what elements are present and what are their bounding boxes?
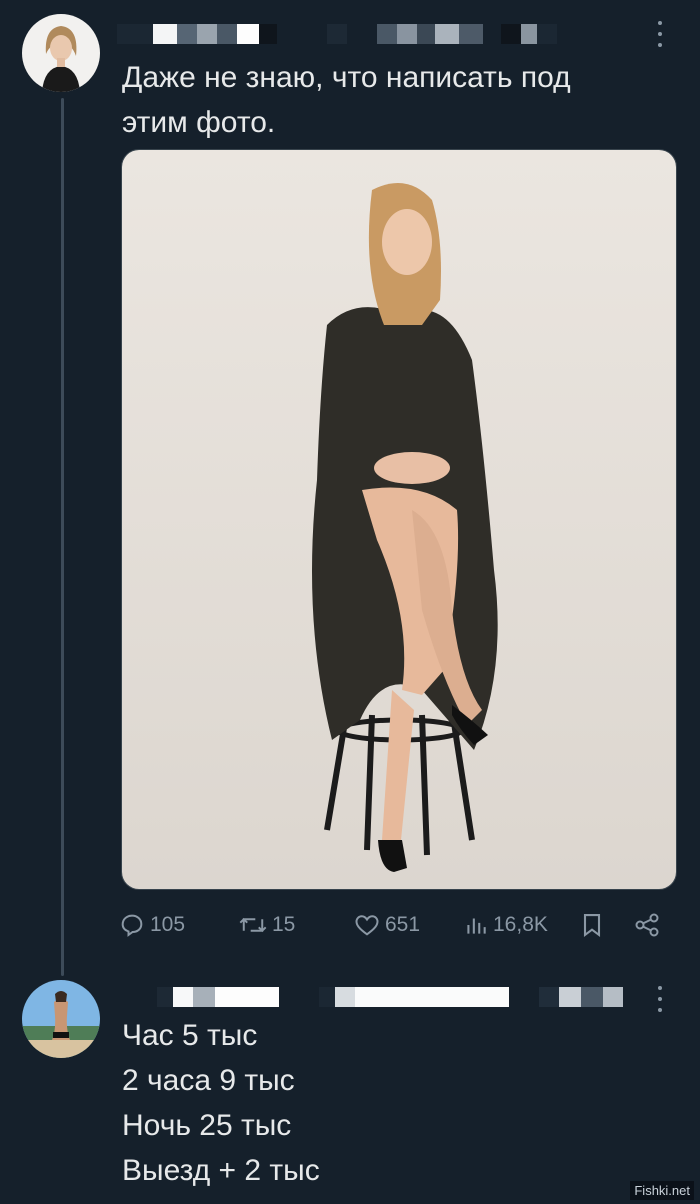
retweet-button[interactable]: 15: [238, 905, 295, 945]
views-button[interactable]: 16,8K: [463, 905, 548, 945]
share-icon: [635, 913, 659, 937]
tweet-text: Час 5 тыс 2 часа 9 тыс Ночь 25 тыс Выезд…: [122, 1013, 320, 1193]
tweet-text-line: 2 часа 9 тыс: [122, 1064, 295, 1097]
retweet-count: 15: [272, 913, 296, 936]
like-icon: [355, 915, 379, 936]
more-icon[interactable]: [655, 986, 665, 1012]
views-icon: [467, 918, 486, 934]
tweet-text-line: этим фото.: [122, 106, 276, 139]
reply-icon: [121, 914, 143, 937]
tweet-text-line: Ночь 25 тыс: [122, 1109, 292, 1142]
tweet-photo[interactable]: [121, 149, 677, 890]
tweet-text: Даже не знаю, что написать под этим фото…: [122, 55, 571, 145]
avatar[interactable]: [22, 14, 100, 92]
retweet-icon: [239, 917, 267, 933]
share-button[interactable]: [633, 905, 665, 945]
tweet-text-line: Даже не знаю, что написать под: [122, 61, 571, 94]
avatar[interactable]: [22, 980, 100, 1058]
tweet-actions: 105 15 651 16,8K: [118, 905, 668, 945]
tweet-text-line: Выезд + 2 тыс: [122, 1154, 320, 1187]
bookmark-button[interactable]: [578, 905, 610, 945]
thread-line: [61, 98, 64, 976]
author-name-blurred[interactable]: [117, 985, 623, 1009]
watermark: Fishki.net: [630, 1181, 694, 1200]
reply-button[interactable]: 105: [118, 905, 185, 945]
more-icon[interactable]: [655, 21, 665, 47]
bookmark-icon: [583, 914, 601, 938]
views-count: 16,8K: [493, 913, 548, 936]
tweet-text-line: Час 5 тыс: [122, 1019, 258, 1052]
like-count: 651: [385, 913, 421, 936]
author-name-blurred[interactable]: [117, 22, 557, 46]
like-button[interactable]: 651: [353, 905, 420, 945]
reply-count: 105: [150, 913, 186, 936]
